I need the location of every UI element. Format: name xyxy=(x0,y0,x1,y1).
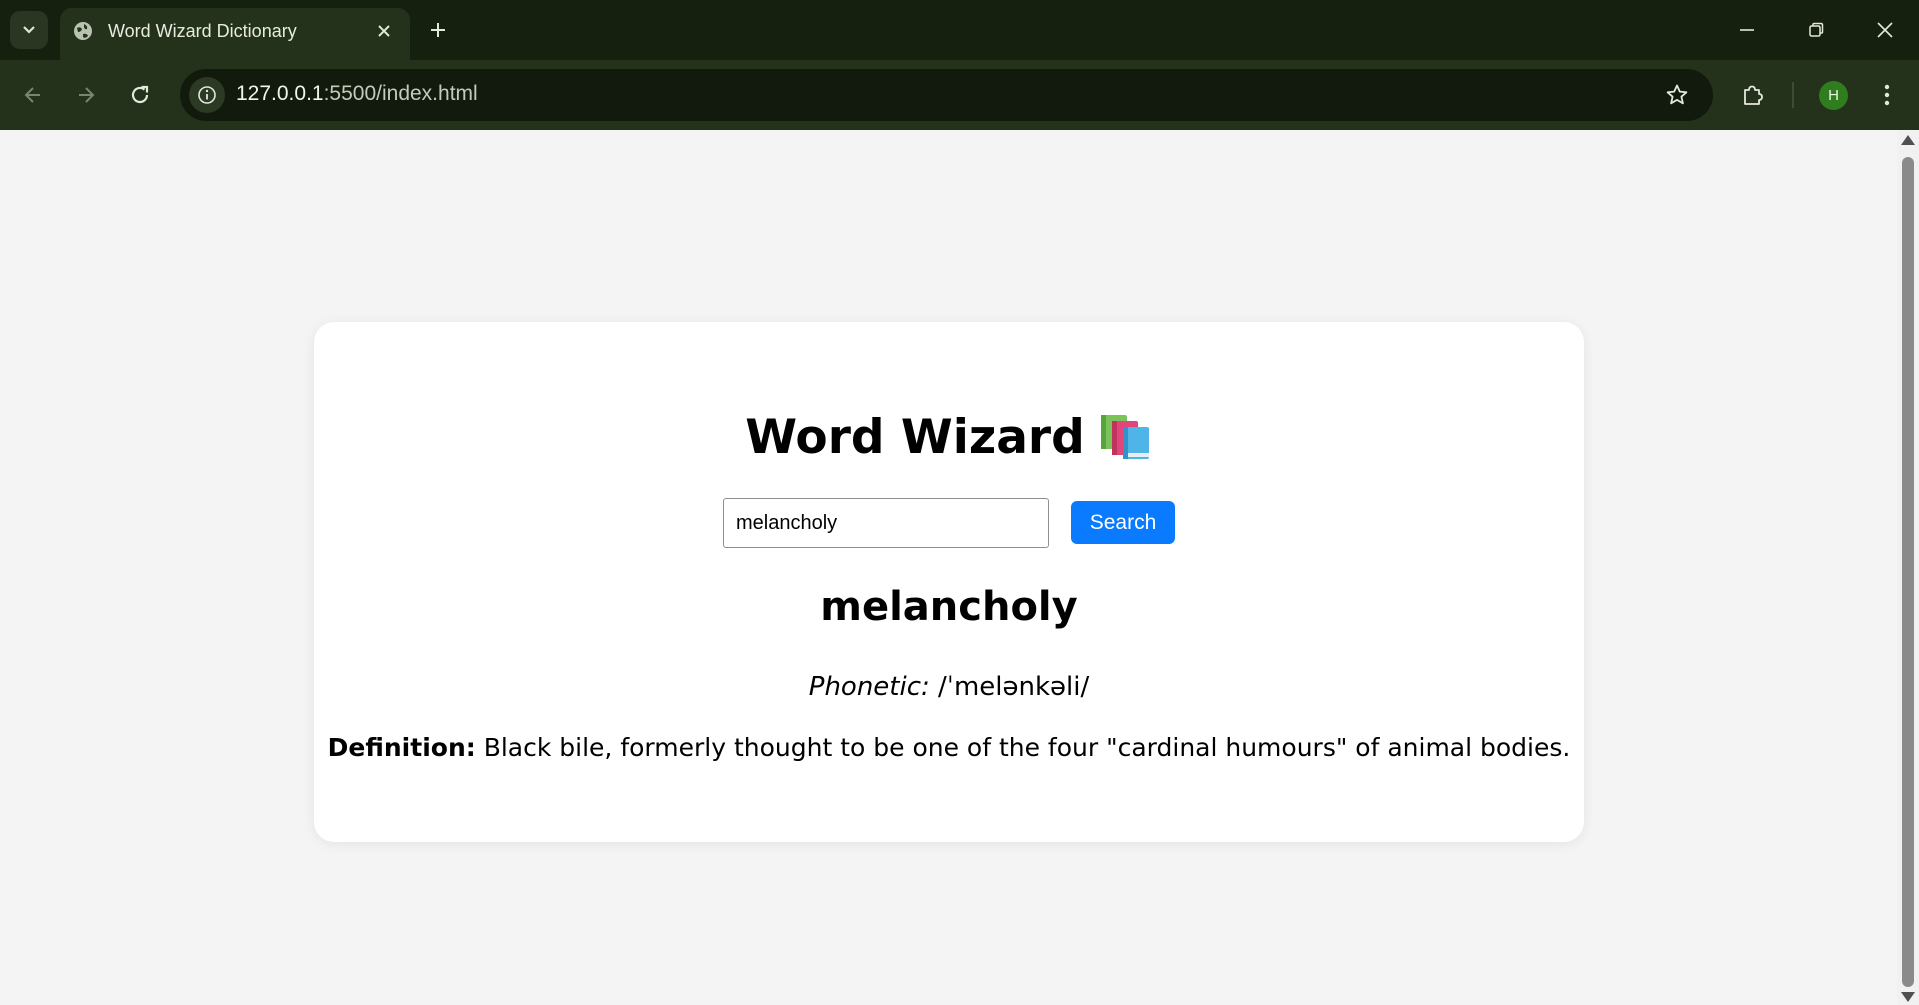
page-title: Word Wizard xyxy=(314,410,1584,466)
forward-button[interactable] xyxy=(68,77,104,113)
tab-close-button[interactable] xyxy=(372,19,396,43)
close-icon xyxy=(378,25,390,37)
browser-toolbar: 127.0.0.1:5500/index.html H xyxy=(0,60,1919,130)
phonetic-label: Phonetic: xyxy=(808,672,930,702)
url-host: 127.0.0.1 xyxy=(236,82,324,105)
plus-icon xyxy=(431,23,445,37)
browser-menu-button[interactable] xyxy=(1869,77,1905,113)
puzzle-icon xyxy=(1744,85,1763,105)
browser-tab[interactable]: Word Wizard Dictionary xyxy=(60,8,410,60)
definition-label: Definition: xyxy=(327,733,476,762)
page-viewport: Word Wizard Search melancholy Phonetic: … xyxy=(0,130,1897,1005)
reload-icon xyxy=(131,85,149,104)
site-info-button[interactable] xyxy=(189,77,225,113)
restore-icon xyxy=(1809,22,1824,37)
scroll-up-arrow[interactable] xyxy=(1901,135,1915,145)
address-bar[interactable]: 127.0.0.1:5500/index.html xyxy=(180,69,1713,121)
new-tab-button[interactable] xyxy=(424,16,452,44)
url-text[interactable]: 127.0.0.1:5500/index.html xyxy=(236,82,478,106)
scroll-down-arrow[interactable] xyxy=(1901,992,1915,1002)
result-word: melancholy xyxy=(820,584,1078,630)
search-input[interactable] xyxy=(723,498,1049,548)
bookmark-button[interactable] xyxy=(1663,81,1691,109)
extensions-button[interactable] xyxy=(1735,77,1771,113)
restore-button[interactable] xyxy=(1796,12,1836,48)
scroll-thumb[interactable] xyxy=(1902,157,1914,987)
info-icon xyxy=(198,86,216,104)
url-path: :5500/index.html xyxy=(323,82,478,105)
back-button[interactable] xyxy=(15,77,51,113)
minimize-icon xyxy=(1740,29,1754,31)
result-phonetic: Phonetic: /ˈmelənkəli/ xyxy=(314,672,1584,702)
star-icon xyxy=(1666,84,1688,105)
minimize-button[interactable] xyxy=(1727,12,1767,48)
phonetic-value: /ˈmelənkəli/ xyxy=(929,672,1090,702)
kebab-menu-icon xyxy=(1884,84,1890,106)
result-definition: Definition: Black bile, formerly thought… xyxy=(314,733,1584,762)
tab-title: Word Wizard Dictionary xyxy=(108,21,297,41)
globe-icon xyxy=(74,22,92,40)
app-title: Word Wizard xyxy=(745,410,1085,465)
arrow-left-icon xyxy=(24,87,40,103)
chevron-down-icon xyxy=(23,26,35,34)
profile-avatar[interactable]: H xyxy=(1819,81,1848,110)
arrow-right-icon xyxy=(79,87,95,103)
dictionary-card: Word Wizard Search melancholy Phonetic: … xyxy=(314,322,1584,842)
browser-titlebar: Word Wizard Dictionary xyxy=(0,0,1919,60)
toolbar-divider xyxy=(1792,82,1794,108)
tab-list-button[interactable] xyxy=(10,11,48,49)
search-row: Search xyxy=(723,498,1175,548)
close-icon xyxy=(1877,22,1893,38)
books-icon xyxy=(1100,414,1149,459)
reload-button[interactable] xyxy=(122,77,158,113)
page-scrollbar[interactable] xyxy=(1897,130,1919,1005)
search-button[interactable]: Search xyxy=(1071,501,1175,544)
definition-value: Black bile, formerly thought to be one o… xyxy=(475,733,1571,762)
close-window-button[interactable] xyxy=(1865,12,1905,48)
